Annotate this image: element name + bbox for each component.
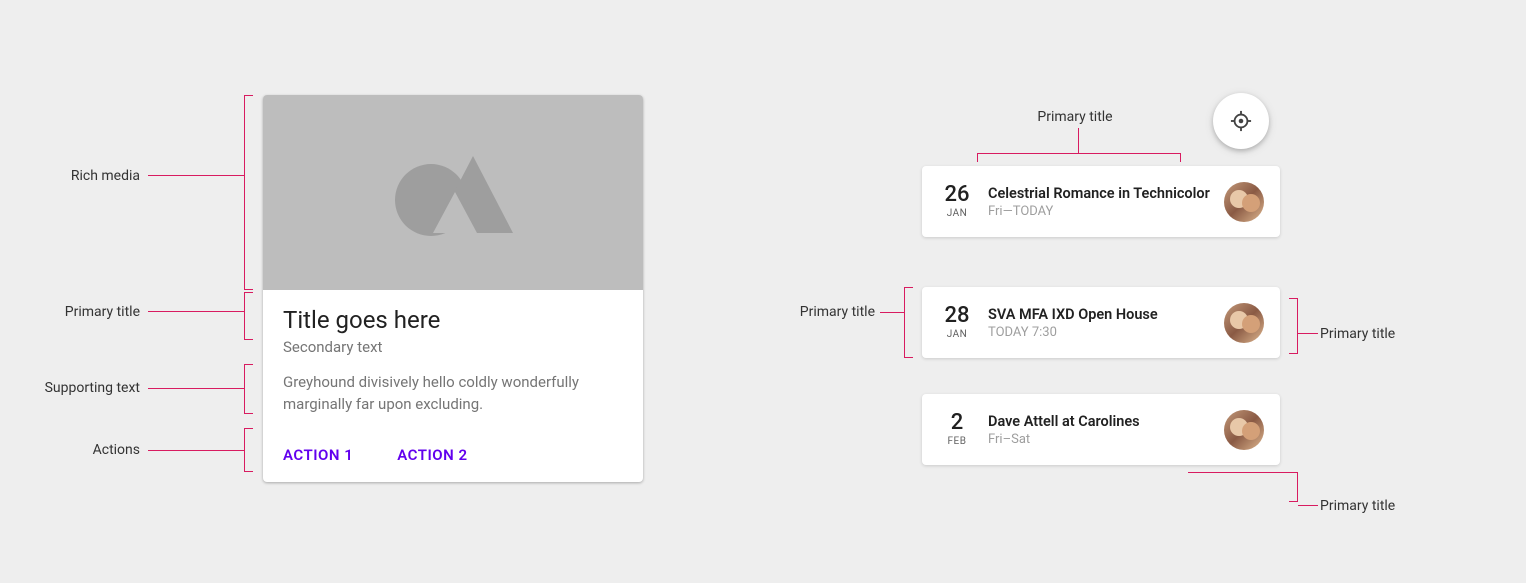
crosshair-icon	[1230, 110, 1252, 132]
annotation-line	[148, 175, 244, 176]
bracket-supporting-text	[244, 364, 245, 414]
bracket-left	[904, 287, 905, 358]
avatar	[1224, 303, 1264, 343]
action-2-button[interactable]: ACTION 2	[389, 440, 475, 470]
event-month: FEB	[938, 436, 976, 447]
annotation-primary-title-right-1: Primary title	[1320, 326, 1420, 342]
event-body: Celestrial Romance in Technicolor Fri—TO…	[988, 185, 1224, 219]
event-day: 28	[938, 305, 976, 327]
card-title-block: Title goes here Secondary text	[263, 290, 643, 364]
event-card[interactable]: 26 JAN Celestrial Romance in Technicolor…	[922, 166, 1280, 237]
card-actions: ACTION 1 ACTION 2	[263, 432, 643, 482]
material-card: Title goes here Secondary text Greyhound…	[263, 95, 643, 482]
annotation-line	[148, 388, 244, 389]
annotation-line	[148, 311, 244, 312]
event-date: 28 JAN	[938, 305, 976, 340]
avatar	[1224, 182, 1264, 222]
event-title: Celestrial Romance in Technicolor	[988, 185, 1224, 202]
annotation-primary-title: Primary title	[30, 304, 140, 320]
bracket-top	[977, 153, 1181, 154]
card-media	[263, 95, 643, 290]
event-subtitle: Fri—TODAY	[988, 204, 1224, 219]
annotation-line	[1188, 472, 1290, 473]
event-month: JAN	[938, 329, 976, 340]
event-day: 2	[938, 412, 976, 434]
annotation-line	[1078, 128, 1079, 153]
annotation-rich-media: Rich media	[30, 168, 140, 184]
event-title: SVA MFA IXD Open House	[988, 306, 1224, 323]
bracket-actions	[244, 428, 245, 472]
bracket-right-2	[1290, 472, 1298, 502]
event-subtitle: TODAY 7:30	[988, 325, 1224, 340]
event-month: JAN	[938, 208, 976, 219]
event-body: Dave Attell at Carolines Fri–Sat	[988, 413, 1224, 447]
annotation-primary-title-top: Primary title	[1010, 109, 1140, 125]
action-1-button[interactable]: ACTION 1	[275, 440, 361, 470]
card-supporting-text: Greyhound divisively hello coldly wonder…	[263, 364, 643, 432]
bracket-rich-media	[244, 95, 245, 290]
event-title: Dave Attell at Carolines	[988, 413, 1224, 430]
event-subtitle: Fri–Sat	[988, 432, 1224, 447]
event-body: SVA MFA IXD Open House TODAY 7:30	[988, 306, 1224, 340]
bracket-primary-title	[244, 292, 245, 340]
annotation-line	[1298, 333, 1318, 334]
annotation-supporting-text: Supporting text	[30, 380, 140, 396]
event-card[interactable]: 28 JAN SVA MFA IXD Open House TODAY 7:30	[922, 287, 1280, 358]
annotation-primary-title-right-2: Primary title	[1320, 498, 1420, 514]
avatar	[1224, 410, 1264, 450]
annotation-line	[880, 312, 904, 313]
locate-fab[interactable]	[1213, 93, 1269, 149]
annotation-primary-title-left: Primary title	[770, 304, 875, 320]
event-card[interactable]: 2 FEB Dave Attell at Carolines Fri–Sat	[922, 394, 1280, 465]
event-date: 2 FEB	[938, 412, 976, 447]
bracket-right-1	[1290, 298, 1298, 354]
annotation-line	[1298, 505, 1318, 506]
annotation-actions: Actions	[30, 442, 140, 458]
event-date: 26 JAN	[938, 184, 976, 219]
card-title: Title goes here	[283, 306, 623, 334]
placeholder-media-icon	[383, 138, 523, 248]
event-day: 26	[938, 184, 976, 206]
annotation-line	[148, 450, 244, 451]
card-secondary-text: Secondary text	[283, 338, 623, 356]
